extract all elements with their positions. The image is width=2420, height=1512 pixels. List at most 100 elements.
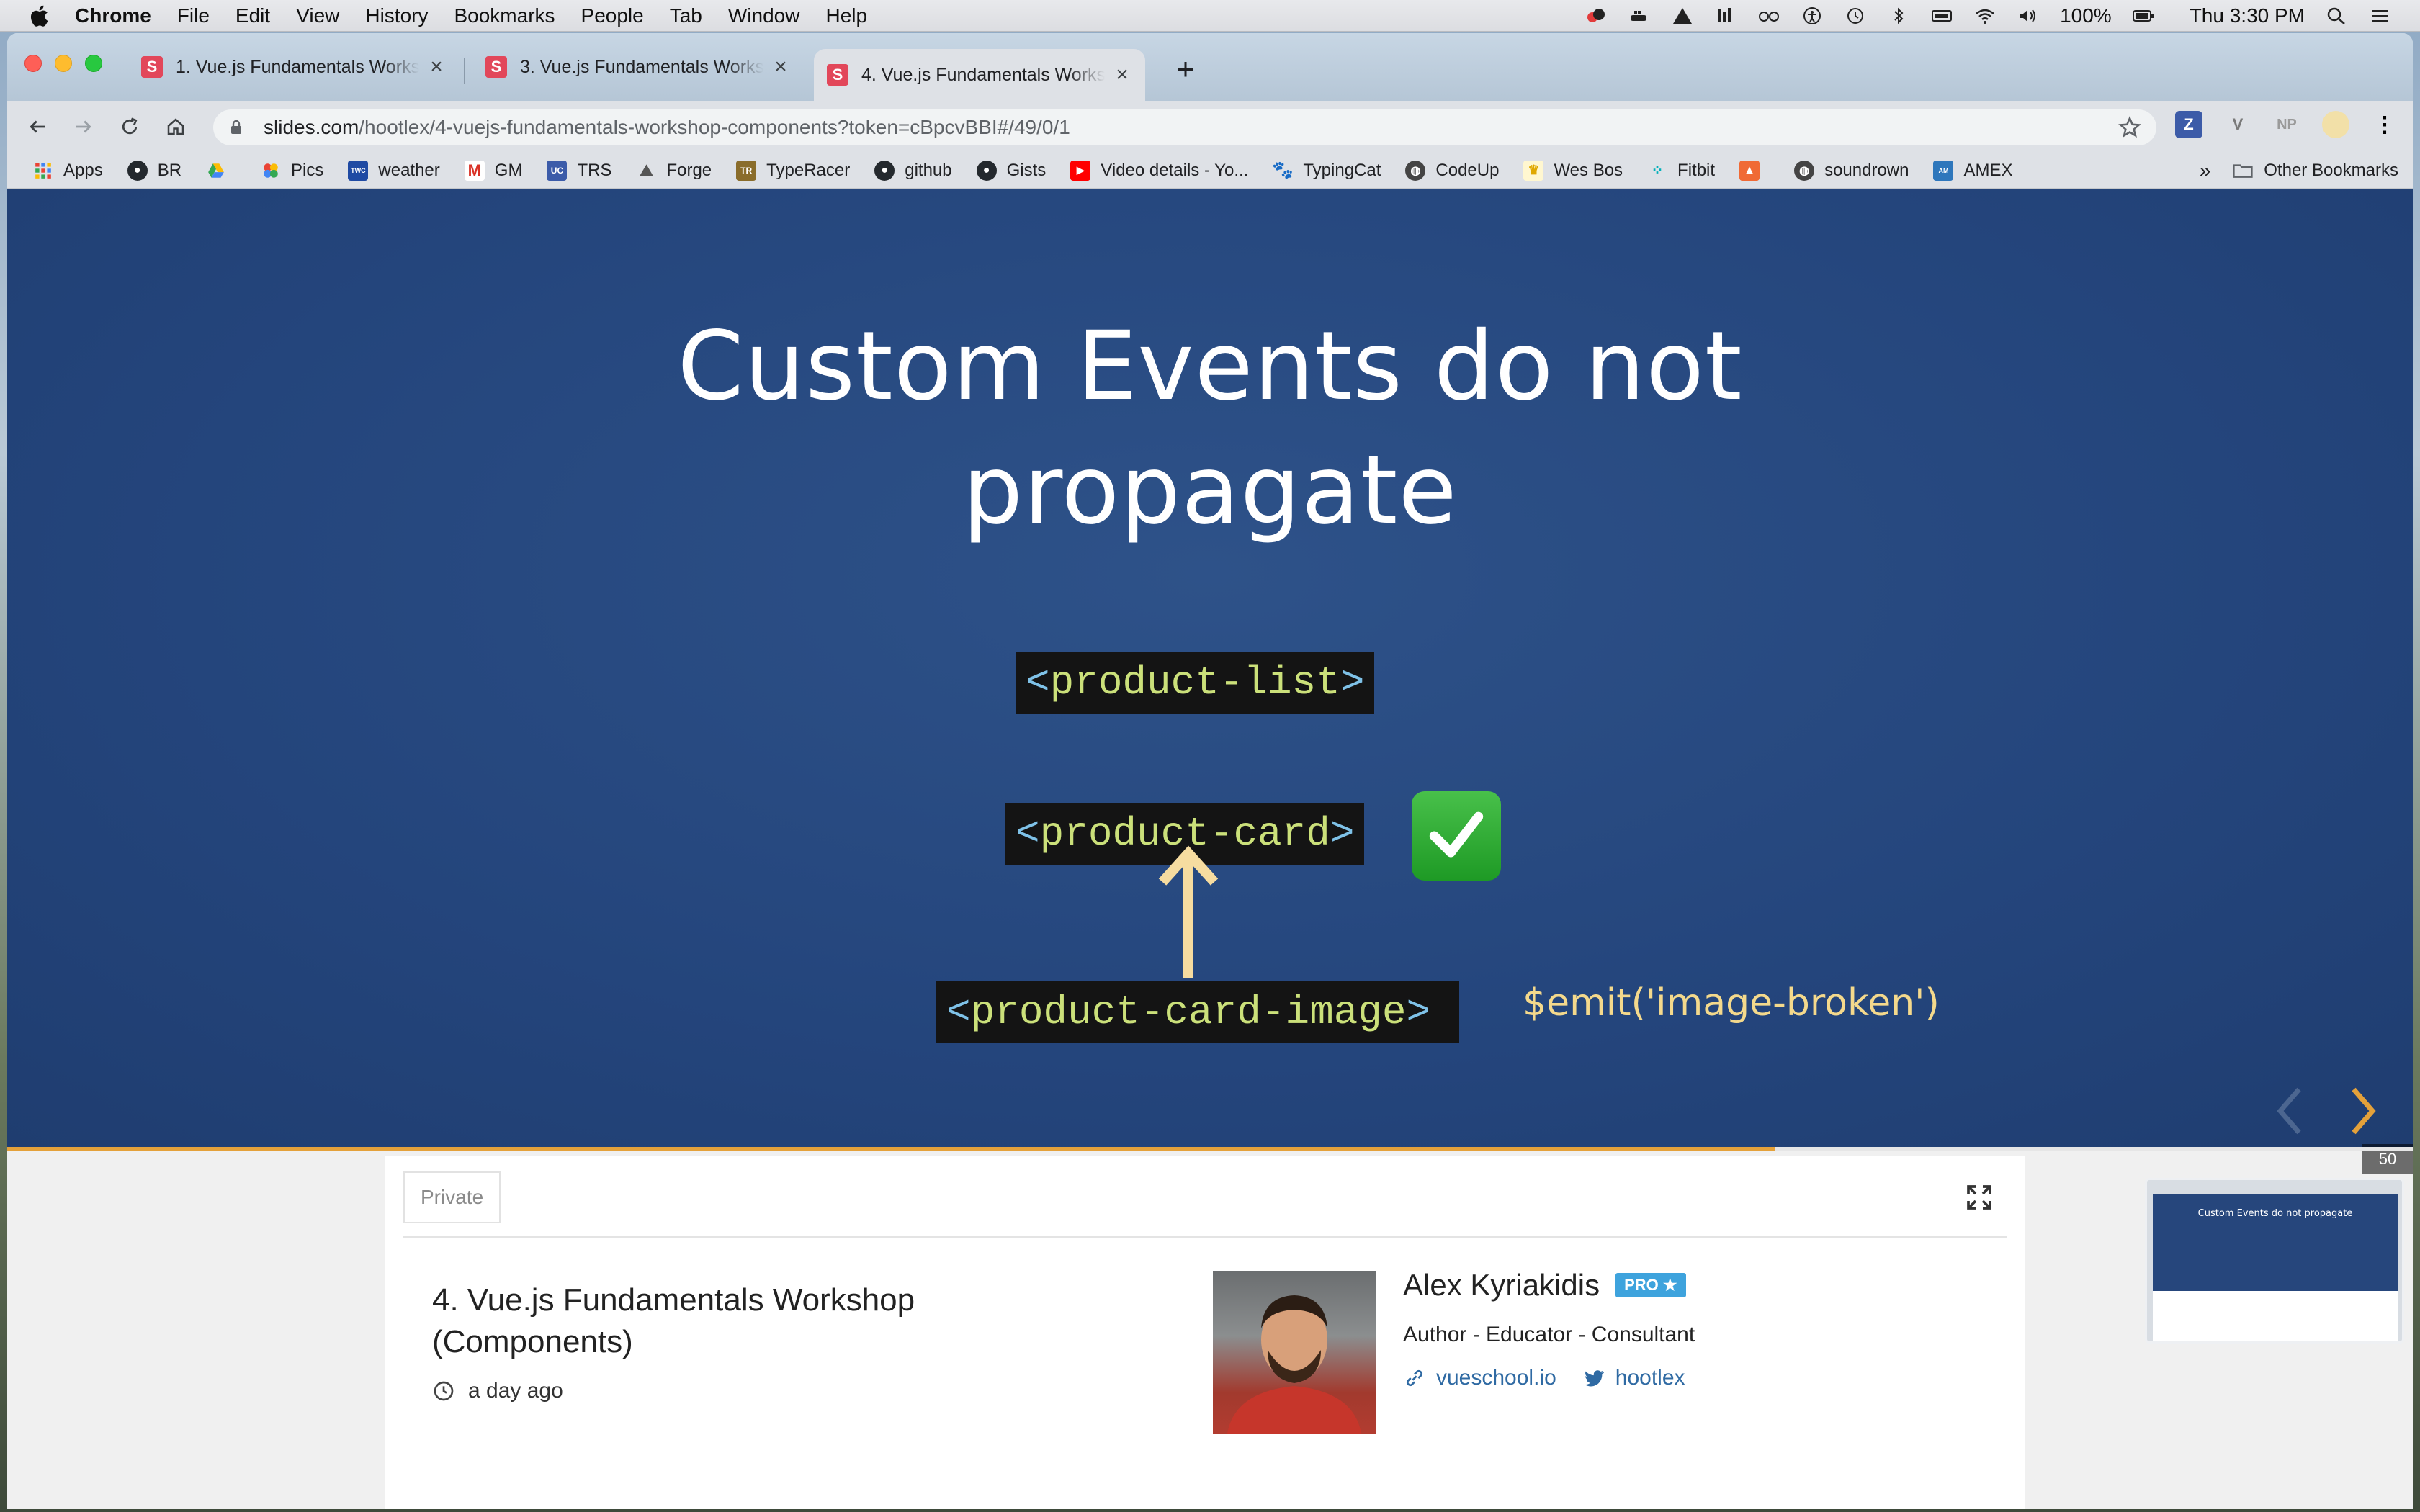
menu-view[interactable]: View: [296, 4, 339, 27]
lock-icon[interactable]: [228, 119, 245, 136]
volume-icon[interactable]: [2017, 6, 2040, 26]
panel-divider: [403, 1236, 2007, 1238]
tab-4-active[interactable]: S 4. Vue.js Fundamentals Workshop ×: [814, 49, 1145, 101]
menu-file[interactable]: File: [177, 4, 210, 27]
bookmark-github[interactable]: ● github: [874, 160, 952, 181]
author-twitter-link[interactable]: hootlex: [1582, 1366, 1685, 1390]
next-slide-chevron-icon[interactable]: [2341, 1082, 2384, 1140]
window-close-button[interactable]: [24, 55, 42, 72]
slide-progress-track[interactable]: [7, 1147, 2413, 1151]
bookmark-video-details[interactable]: ▶ Video details - Yo...: [1070, 160, 1248, 181]
bookmark-wesbos[interactable]: ♛ Wes Bos: [1523, 160, 1623, 181]
bookmark-br[interactable]: ● BR: [127, 160, 182, 181]
bookmark-label: Fitbit: [1677, 160, 1716, 180]
tab-close-icon[interactable]: ×: [1112, 64, 1132, 86]
menubar-clock[interactable]: Thu 3:30 PM: [2190, 4, 2305, 27]
bookmark-soundrown[interactable]: ◍ soundrown: [1794, 160, 1909, 181]
google-photos-icon: [261, 161, 281, 181]
thumbnail-slide: Custom Events do not propagate: [2153, 1194, 2398, 1291]
tab-separator: [464, 58, 465, 84]
chrome-window: S 1. Vue.js Fundamentals Workshop × S 3.…: [7, 33, 2413, 1509]
bookmark-amex[interactable]: AM AMEX: [1933, 160, 2013, 181]
tab-close-icon[interactable]: ×: [426, 56, 447, 78]
screenshot-preview-thumbnail[interactable]: Custom Events do not propagate: [2145, 1178, 2404, 1344]
battery-icon[interactable]: [2132, 6, 2155, 26]
menu-tab[interactable]: Tab: [670, 4, 702, 27]
np-extension-icon[interactable]: NP: [2273, 111, 2300, 138]
keyboard-icon[interactable]: [1930, 6, 1953, 26]
creative-cloud-icon[interactable]: [1585, 6, 1608, 26]
back-arrow-icon[interactable]: [22, 111, 53, 143]
code-tag-name: product-card-image: [970, 989, 1407, 1035]
new-tab-plus-icon[interactable]: +: [1170, 54, 1201, 86]
bookmark-label: BR: [157, 160, 182, 180]
menu-help[interactable]: Help: [825, 4, 867, 27]
url-path: /hootlex/4-vuejs-fundamentals-workshop-c…: [359, 116, 1070, 138]
bookmark-star-icon[interactable]: [2118, 115, 2142, 140]
vue-devtools-extension-icon[interactable]: V: [2224, 111, 2251, 138]
window-minimize-button[interactable]: [55, 55, 72, 72]
notification-center-icon[interactable]: [2368, 6, 2391, 26]
presentation-slide[interactable]: Custom Events do not propagate <product-…: [7, 189, 2413, 1147]
menu-history[interactable]: History: [365, 4, 428, 27]
bookmark-drive[interactable]: [206, 161, 236, 181]
bookmark-weather[interactable]: TWC weather: [348, 160, 440, 181]
bookmarks-bar: Apps ● BR Pics TWC weather M GM UC TRS ⛰ Forg…: [7, 153, 2413, 189]
bookmark-label: weather: [378, 160, 440, 180]
code-bracket: >: [1406, 989, 1431, 1035]
bookmark-label: Pics: [291, 160, 324, 180]
author-name[interactable]: Alex Kyriakidis: [1403, 1268, 1600, 1302]
menu-app-chrome[interactable]: Chrome: [75, 4, 151, 27]
bookmark-apps[interactable]: Apps: [33, 161, 103, 181]
menu-edit[interactable]: Edit: [236, 4, 270, 27]
spotlight-search-icon[interactable]: [2325, 6, 2348, 26]
tab-1[interactable]: S 1. Vue.js Fundamentals Workshop ×: [128, 43, 460, 91]
previous-slide-chevron-icon[interactable]: [2269, 1082, 2312, 1140]
chrome-menu-kebab-icon[interactable]: ⋮: [2371, 111, 2398, 138]
slides-favicon-icon: S: [827, 64, 848, 86]
address-bar[interactable]: slides.com/hootlex/4-vuejs-fundamentals-…: [213, 109, 2156, 145]
affinity-icon[interactable]: [1671, 6, 1694, 26]
other-bookmarks-folder[interactable]: Other Bookmarks: [2232, 160, 2398, 181]
zotero-extension-icon[interactable]: Z: [2175, 111, 2202, 138]
author-website-link[interactable]: vueschool.io: [1403, 1366, 1556, 1390]
menu-bookmarks[interactable]: Bookmarks: [454, 4, 555, 27]
bookmark-fitbit[interactable]: ⁘ Fitbit: [1647, 161, 1715, 181]
bookmark-gists[interactable]: ● Gists: [976, 160, 1046, 181]
docker-icon[interactable]: [1628, 6, 1651, 26]
bookmark-typingcat[interactable]: 🐾 TypingCat: [1272, 161, 1381, 181]
glasses-icon[interactable]: [1757, 6, 1780, 26]
home-icon[interactable]: [160, 111, 192, 143]
fullscreen-expand-icon[interactable]: [1965, 1183, 1994, 1212]
istat-icon[interactable]: [1714, 6, 1737, 26]
bookmarks-overflow-chevron-icon[interactable]: »: [2200, 159, 2211, 182]
paw-icon: 🐾: [1272, 161, 1294, 180]
visibility-badge[interactable]: Private: [403, 1171, 501, 1223]
bookmark-forge[interactable]: ⛰ Forge: [636, 161, 712, 181]
bookmark-codeup[interactable]: ◍ CodeUp: [1405, 160, 1499, 181]
menu-window[interactable]: Window: [728, 4, 800, 27]
tab-title: 3. Vue.js Fundamentals Workshop: [520, 56, 763, 77]
tab-close-icon[interactable]: ×: [771, 56, 791, 78]
time-machine-icon[interactable]: [1844, 6, 1867, 26]
bookmark-strava[interactable]: ▲: [1739, 160, 1770, 181]
tab-3[interactable]: S 3. Vue.js Fundamentals Workshop ×: [472, 43, 804, 91]
reload-icon[interactable]: [114, 111, 145, 143]
forward-arrow-icon[interactable]: [68, 111, 99, 143]
bluetooth-icon[interactable]: [1887, 6, 1910, 26]
bookmark-trs[interactable]: UC TRS: [547, 160, 611, 181]
code-bracket: >: [1340, 660, 1365, 706]
profile-avatar-icon[interactable]: [2322, 111, 2349, 138]
code-bracket: >: [1330, 811, 1355, 857]
bookmark-pics[interactable]: Pics: [261, 161, 323, 181]
bookmark-gm[interactable]: M GM: [464, 160, 522, 181]
window-zoom-button[interactable]: [85, 55, 102, 72]
accessibility-icon[interactable]: [1801, 6, 1824, 26]
author-avatar[interactable]: [1213, 1271, 1376, 1434]
deck-title: 4. Vue.js Fundamentals Workshop (Compone…: [432, 1282, 915, 1359]
menu-people[interactable]: People: [581, 4, 644, 27]
bookmark-typeracer[interactable]: TR TypeRacer: [736, 160, 850, 181]
wifi-icon[interactable]: [1973, 6, 1996, 26]
github-icon: ●: [976, 160, 997, 181]
apple-logo-icon[interactable]: [27, 3, 53, 29]
